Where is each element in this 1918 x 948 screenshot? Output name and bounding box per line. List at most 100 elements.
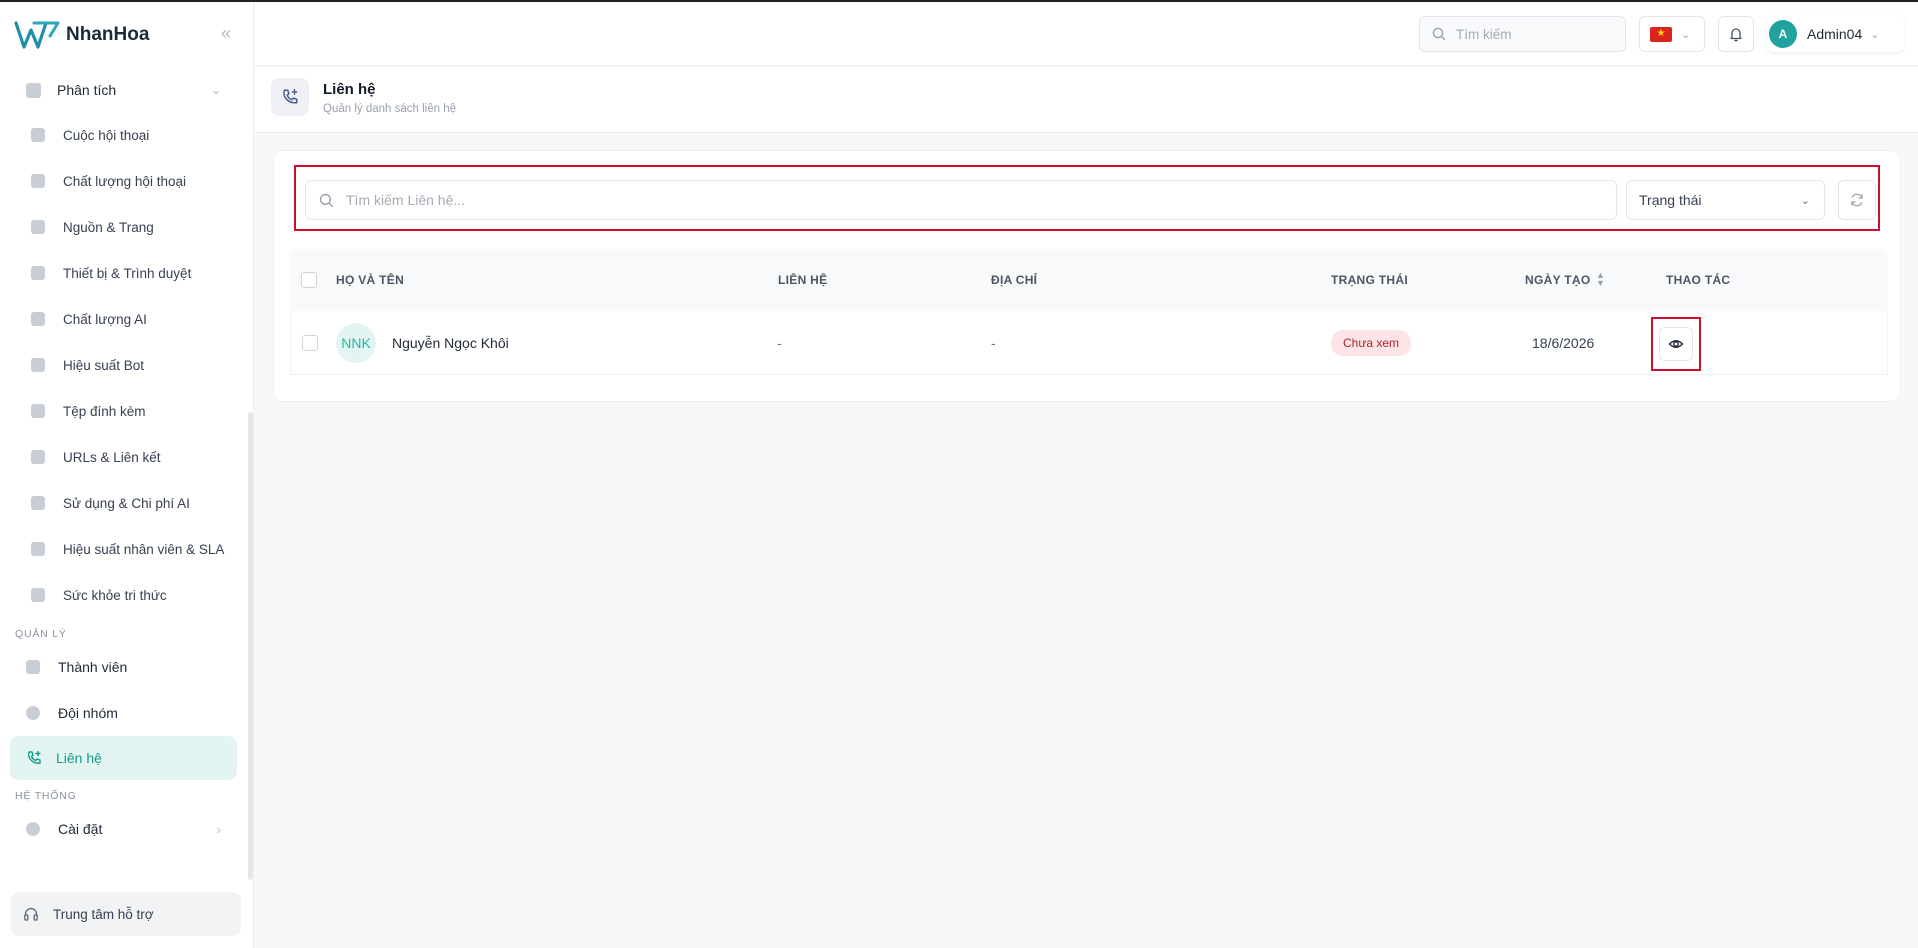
section-label-manage: QUẢN LÝ: [15, 628, 67, 640]
file-icon: [31, 404, 45, 418]
sidebar-item-members[interactable]: Thành viên: [0, 644, 253, 690]
database-icon: [31, 496, 45, 510]
sidebar-item-sources-pages[interactable]: Nguồn & Trang: [0, 204, 253, 250]
support-center-label: Trung tâm hỗ trợ: [53, 906, 154, 922]
page-header: Liên hệ Quản lý danh sách liên hệ: [255, 67, 1918, 133]
collapse-sidebar-button[interactable]: «: [221, 24, 231, 42]
col-header-address: ĐỊA CHỈ: [991, 273, 1038, 287]
sidebar-item-ai-usage-cost[interactable]: Sử dụng & Chi phí AI: [0, 480, 253, 526]
sidebar-item-label: Liên hệ: [56, 750, 102, 766]
sidebar-item-label: Chất lượng AI: [63, 311, 147, 327]
table-row: NNK Nguyễn Ngọc Khôi - - Chưa xem 18/6/2…: [290, 311, 1888, 375]
chevron-down-icon: ⌄: [1870, 28, 1880, 41]
sidebar-item-label: Hiệu suất nhân viên & SLA: [63, 541, 225, 557]
contact-search-input[interactable]: [346, 192, 1616, 208]
col-header-status: TRẠNG THÁI: [1331, 273, 1408, 287]
section-label-system: HỆ THỐNG: [15, 790, 77, 802]
sidebar-item-label: Đội nhóm: [58, 705, 118, 721]
sidebar-item-ai-quality[interactable]: Chất lượng AI: [0, 296, 253, 342]
language-selector[interactable]: ★ ⌄: [1639, 16, 1705, 52]
nhanhoa-logo-icon: [14, 21, 60, 49]
users-icon: [31, 542, 45, 556]
sidebar-item-label: Chất lượng hội thoại: [63, 173, 186, 189]
contacts-card: Trạng thái ⌄ HỌ VÀ TÊN LIÊN HỆ ĐỊA CHỈ T…: [273, 150, 1901, 402]
chevron-down-icon: ⌄: [210, 83, 221, 97]
phone-plus-icon: [27, 751, 41, 764]
sidebar-item-label: Hiệu suất Bot: [63, 357, 145, 373]
gear-icon: [26, 822, 40, 836]
chat-bubbles-icon: [31, 128, 45, 142]
bell-icon: [1730, 28, 1742, 42]
cpu-icon: [31, 358, 45, 372]
status-filter-label: Trạng thái: [1639, 192, 1702, 208]
sidebar-item-attachments[interactable]: Tệp đính kèm: [0, 388, 253, 434]
headset-icon: [24, 907, 38, 921]
support-center-button[interactable]: Trung tâm hỗ trợ: [11, 892, 241, 936]
contact-search-field[interactable]: [305, 180, 1617, 220]
table-header: HỌ VÀ TÊN LIÊN HỆ ĐỊA CHỈ TRẠNG THÁI NGÀ…: [290, 249, 1888, 311]
notifications-button[interactable]: [1718, 16, 1754, 52]
sidebar-item-label: Thiết bị & Trình duyệt: [63, 265, 192, 281]
sidebar-item-label: Thành viên: [58, 659, 128, 675]
sidebar-scrollbar[interactable]: [248, 412, 253, 880]
sidebar-item-devices-browsers[interactable]: Thiết bị & Trình duyệt: [0, 250, 253, 296]
col-header-actions: THAO TÁC: [1666, 273, 1731, 287]
col-header-name: HỌ VÀ TÊN: [336, 273, 405, 287]
sidebar-nav: Phân tích ⌄ Cuộc hội thoại Chất lượng hộ…: [0, 68, 253, 878]
monitor-icon: [31, 220, 45, 234]
view-button[interactable]: [1659, 327, 1693, 361]
message-square-icon: [31, 174, 45, 188]
col-header-contact: LIÊN HỆ: [778, 273, 828, 287]
sidebar-item-conversation-quality[interactable]: Chất lượng hội thoại: [0, 158, 253, 204]
contact-info: -: [777, 335, 782, 351]
user-menu[interactable]: A Admin04 ⌄: [1767, 16, 1904, 52]
phone-device-icon: [31, 266, 45, 280]
sidebar-item-label: Cài đặt: [58, 821, 103, 837]
nav-group-analytics[interactable]: Phân tích ⌄: [0, 68, 253, 112]
logo-row: NhanHoa «: [0, 2, 253, 68]
sidebar-item-bot-performance[interactable]: Hiệu suất Bot: [0, 342, 253, 388]
sidebar-item-conversations[interactable]: Cuộc hội thoại: [0, 112, 253, 158]
sidebar-item-teams[interactable]: Đội nhóm: [0, 690, 253, 736]
sidebar-item-label: Nguồn & Trang: [63, 219, 154, 235]
col-header-created[interactable]: NGÀY TẠO: [1525, 273, 1591, 287]
status-filter-select[interactable]: Trạng thái ⌄: [1626, 180, 1825, 220]
sort-icon[interactable]: ▲ ▼: [1596, 271, 1605, 288]
sparkles-icon: [31, 312, 45, 326]
contacts-table: HỌ VÀ TÊN LIÊN HỆ ĐỊA CHỈ TRẠNG THÁI NGÀ…: [290, 249, 1888, 375]
chevron-down-icon: ⌄: [1800, 194, 1810, 207]
global-search-input[interactable]: [1456, 26, 1606, 42]
contact-address: -: [991, 335, 996, 351]
sidebar-item-settings[interactable]: Cài đặt ›: [0, 806, 253, 852]
refresh-button[interactable]: [1838, 180, 1876, 220]
chevron-right-icon: ›: [216, 821, 221, 837]
select-all-checkbox[interactable]: [301, 272, 317, 288]
page-icon: [271, 78, 309, 116]
contact-avatar: NNK: [336, 323, 376, 363]
view-action-highlight: [1651, 317, 1701, 371]
vietnam-flag-icon: ★: [1650, 26, 1672, 42]
link-icon: [31, 450, 45, 464]
sidebar-item-contacts[interactable]: Liên hệ: [10, 736, 237, 780]
nav-group-label: Phân tích: [57, 82, 117, 98]
refresh-icon: [1851, 193, 1863, 207]
created-date: 18/6/2026: [1532, 335, 1595, 351]
chevron-down-icon: ⌄: [1681, 28, 1691, 41]
sidebar-item-staff-performance-sla[interactable]: Hiệu suất nhân viên & SLA: [0, 526, 253, 572]
sidebar-item-knowledge-health[interactable]: Sức khỏe tri thức: [0, 572, 253, 618]
sidebar-item-label: Tệp đính kèm: [63, 403, 146, 419]
row-checkbox[interactable]: [302, 335, 318, 351]
search-icon: [319, 193, 334, 207]
user-card-icon: [26, 660, 40, 674]
user-name: Admin04: [1807, 26, 1863, 42]
page-title: Liên hệ: [323, 81, 376, 98]
global-search[interactable]: [1419, 16, 1626, 52]
sidebar-item-urls-links[interactable]: URLs & Liên kết: [0, 434, 253, 480]
topbar: ★ ⌄ A Admin04 ⌄: [255, 2, 1918, 66]
sidebar-item-label: URLs & Liên kết: [63, 449, 161, 465]
avatar: A: [1769, 20, 1797, 48]
book-icon: [31, 588, 45, 602]
search-icon: [1432, 27, 1446, 41]
sidebar-item-label: Sức khỏe tri thức: [63, 587, 167, 603]
page-subtitle: Quản lý danh sách liên hệ: [323, 103, 456, 115]
